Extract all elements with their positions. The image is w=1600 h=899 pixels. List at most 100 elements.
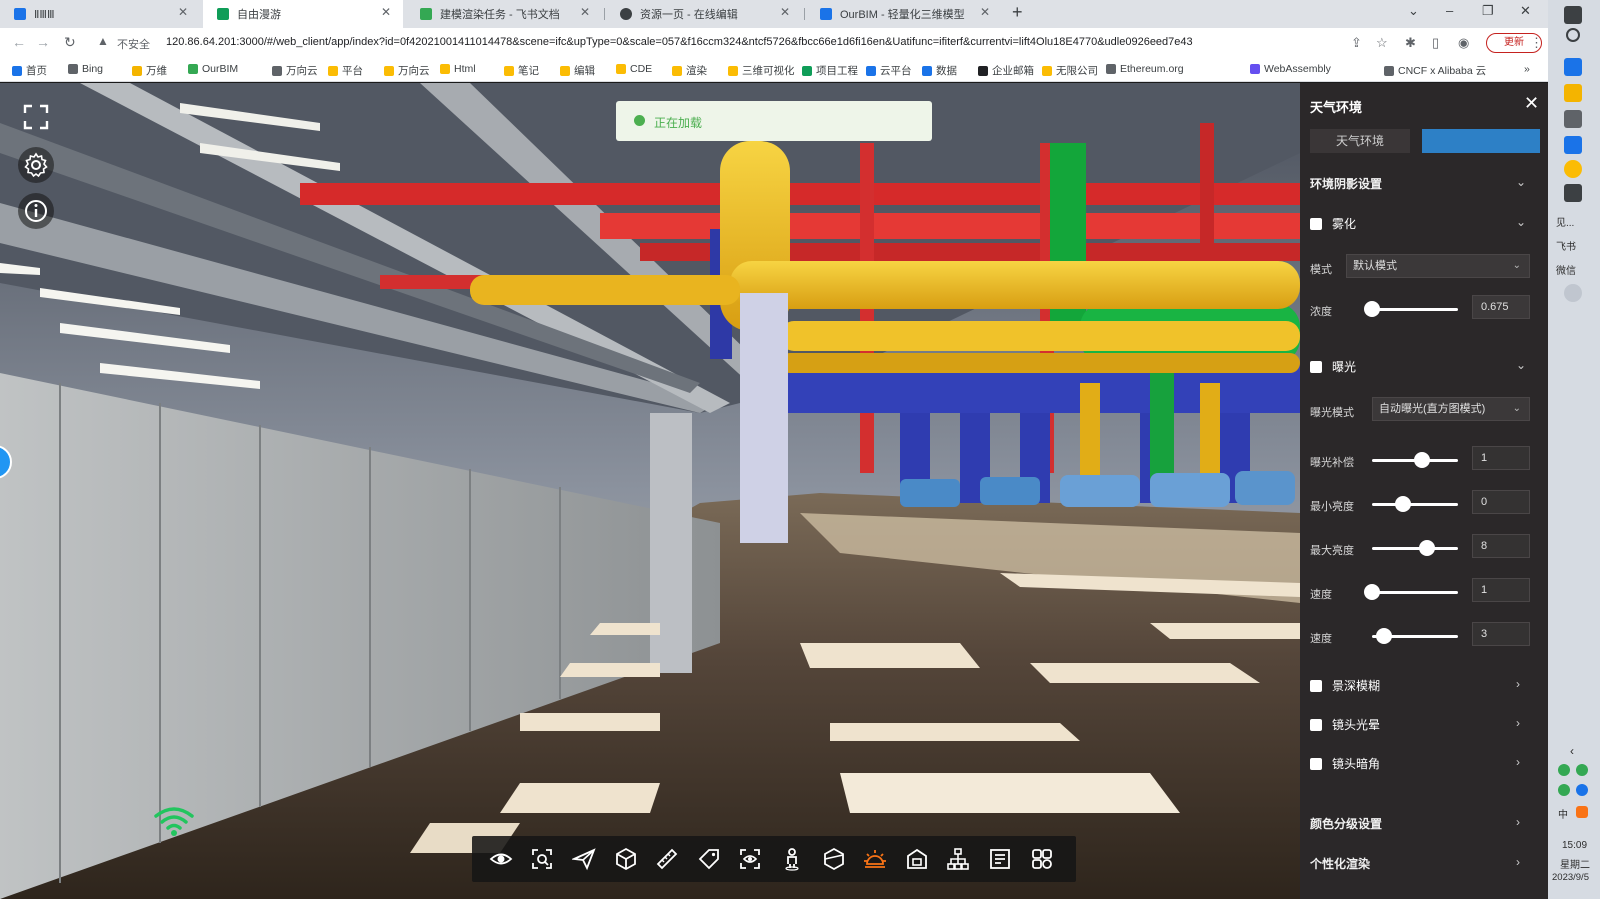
star-icon[interactable]: ☆ [1376,35,1388,51]
warning-icon[interactable]: ▲ [97,34,109,48]
bookmark-item[interactable]: 万向云 [384,63,430,78]
settings-button[interactable] [18,147,54,183]
taskbar-item[interactable]: 见... [1556,214,1574,229]
chevron-right-icon[interactable]: › [1516,855,1520,869]
tab-close-icon[interactable]: ✕ [980,5,990,19]
tab-close-icon[interactable]: ✕ [381,5,391,19]
forward-arrow-icon[interactable]: → [36,34,50,50]
chevron-right-icon[interactable]: › [1516,755,1520,769]
toolbar-section-button[interactable] [813,836,855,882]
dof-checkbox-row[interactable]: 景深模糊 [1310,677,1380,694]
taskbar-item[interactable]: 微信 [1556,262,1576,277]
toolbar-cube-button[interactable] [605,836,647,882]
toolbar-focus-button[interactable] [522,836,564,882]
density-slider[interactable] [1364,299,1458,319]
bookmark-item[interactable]: WebAssembly [1250,63,1331,75]
chevron-down-icon[interactable]: ⌄ [1516,358,1526,372]
share-icon[interactable]: ⇪ [1351,35,1362,51]
folder-icon[interactable] [1564,84,1582,102]
app-icon[interactable] [1564,184,1582,202]
toolbar-weather-button[interactable] [854,836,896,882]
chevron-down-icon[interactable]: ⌄ [1516,175,1526,189]
bookmark-item[interactable]: 企业邮箱 [978,63,1034,78]
tab-secondary[interactable] [1422,129,1540,153]
close-window-button[interactable]: ✕ [1520,3,1531,19]
bookmark-item[interactable]: 万向云 [272,63,318,78]
wechat-tray-icon[interactable] [1576,764,1588,776]
exposure-slider[interactable] [1372,626,1458,646]
bookmark-item[interactable]: OurBIM [188,63,238,75]
clock-weekday[interactable]: 星期二 [1560,856,1590,871]
exposure-checkbox[interactable] [1310,360,1322,373]
exposure-slider[interactable] [1372,450,1458,470]
dof-checkbox[interactable] [1310,679,1322,692]
exposure-slider[interactable] [1372,494,1458,514]
bookmark-item[interactable]: 首页 [12,63,47,78]
fog-checkbox[interactable] [1310,217,1322,230]
app-icon[interactable] [1564,136,1582,154]
slider-value-field[interactable]: 8 [1472,534,1530,558]
bookmark-item[interactable]: 编辑 [560,63,595,78]
url-field[interactable]: 120.86.64.201:3000/#/web_client/app/inde… [166,36,1316,48]
exposure-checkbox-row[interactable]: 曝光 [1310,358,1356,375]
taskbar-item[interactable]: 飞书 [1556,238,1576,253]
minimize-button[interactable]: – [1446,3,1453,18]
start-icon[interactable] [1564,6,1582,24]
insecure-label[interactable]: 不安全 [117,36,150,52]
slider-thumb[interactable] [1419,540,1436,556]
toolbar-send-button[interactable] [563,836,605,882]
bookmark-item[interactable]: 万维 [132,63,167,78]
extensions-icon[interactable]: ✱ [1405,35,1416,51]
back-arrow-icon[interactable]: ← [12,34,26,50]
3d-viewport[interactable]: 正在加载 [0,83,1300,899]
bookmark-item[interactable]: CNCF x Alibaba 云 [1384,63,1486,78]
more-menu-icon[interactable]: ⋮ [1530,35,1543,51]
tab-close-icon[interactable]: ✕ [780,5,790,19]
ime-indicator[interactable]: 中 [1558,806,1568,821]
exposure-slider[interactable] [1364,582,1458,602]
slider-thumb[interactable] [1376,628,1393,644]
section-custom-render[interactable]: 个性化渲染 [1310,855,1370,872]
clock-time[interactable]: 15:09 [1562,840,1587,851]
slider-thumb[interactable] [1364,584,1380,600]
toolbar-eye-button[interactable] [480,836,522,882]
bookmark-item[interactable]: 数据 [922,63,957,78]
slider-thumb[interactable] [1413,452,1430,468]
tray-chevron-icon[interactable]: ‹ [1570,744,1574,758]
bookmark-item[interactable]: 三维可视化 [728,63,795,78]
tab-4[interactable]: 资源一页 - 在线编辑 ✕ [606,0,802,28]
tab-2-active[interactable]: 自由漫游 ✕ [203,0,403,28]
app-icon[interactable] [1564,284,1582,302]
tab-1[interactable]: ⅡⅢⅢ ✕ [0,0,200,28]
slider-value-field[interactable]: 0 [1472,490,1530,514]
chevron-right-icon[interactable]: › [1516,716,1520,730]
exposure-slider[interactable] [1372,538,1458,558]
fullscreen-button[interactable] [18,99,54,135]
section-environment-shadow[interactable]: 环境阴影设置 [1310,175,1382,192]
bookmark-item[interactable]: 笔记 [504,63,539,78]
bookmark-item[interactable]: Bing [68,63,103,75]
exposure-mode-select[interactable]: 自动曝光(直方图模式) ⌄ [1372,397,1530,421]
toolbar-tag-button[interactable] [688,836,730,882]
bookmark-item[interactable]: Html [440,63,476,75]
bookmark-item[interactable]: 渲染 [672,63,707,78]
new-tab-button[interactable]: + [1012,2,1023,23]
chrome-icon[interactable] [1564,160,1582,178]
toolbar-measure-button[interactable] [646,836,688,882]
toolbar-tree-button[interactable] [938,836,980,882]
tray-icon[interactable] [1558,784,1570,796]
sidebar-icon[interactable]: ▯ [1432,35,1439,51]
toolbar-properties-button[interactable] [979,836,1021,882]
bookmarks-overflow-icon[interactable]: » [1524,63,1530,75]
tab-close-icon[interactable]: ✕ [580,5,590,19]
bookmark-item[interactable]: CDE [616,63,652,75]
wechat-tray-icon[interactable] [1558,764,1570,776]
tab-search-icon[interactable]: ⌄ [1408,3,1419,19]
toolbar-floorplan-button[interactable] [896,836,938,882]
section-color-grading[interactable]: 颜色分级设置 [1310,815,1382,832]
lens-flare-checkbox[interactable] [1310,718,1322,731]
toolbar-person-button[interactable] [771,836,813,882]
bookmark-item[interactable]: 云平台 [866,63,912,78]
search-icon[interactable] [1566,28,1580,42]
chevron-right-icon[interactable]: › [1516,677,1520,691]
